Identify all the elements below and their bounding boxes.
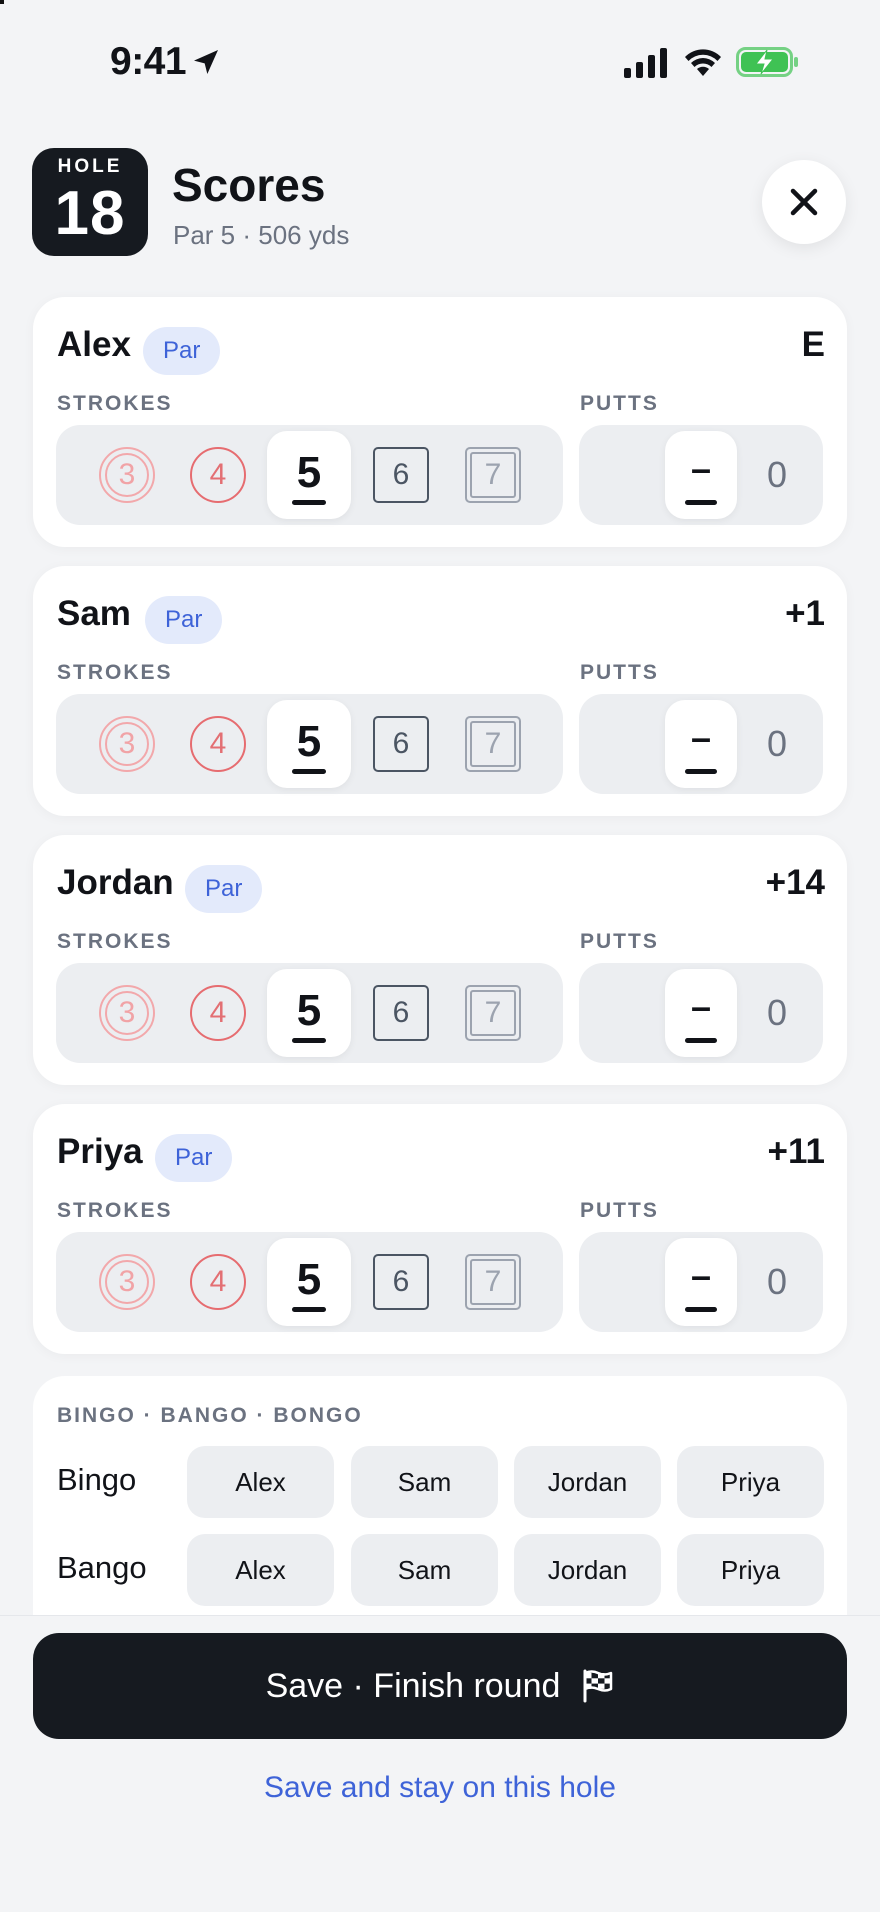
stroke-option-bogey[interactable]: 6 [373, 985, 429, 1041]
stroke-option-eagle[interactable]: 3 [99, 985, 155, 1041]
save-finish-round-button[interactable]: Save · Finish round [33, 1633, 847, 1739]
putts-label: PUTTS [580, 661, 659, 684]
player-name: Alex [57, 325, 131, 364]
putts-label: PUTTS [580, 930, 659, 953]
putts-option-selected[interactable]: – [665, 431, 737, 519]
putts-label: PUTTS [580, 392, 659, 415]
player-name: Jordan [57, 863, 174, 902]
putts-option-selected[interactable]: – [665, 700, 737, 788]
stroke-option-birdie[interactable]: 4 [190, 716, 246, 772]
wifi-icon [685, 49, 721, 76]
strokes-label: STROKES [57, 661, 173, 684]
strokes-picker[interactable]: 3 4 5 6 7 [56, 694, 563, 794]
player-card-sam: Sam Par +1 STROKES PUTTS 3 4 5 6 7 – 0 [33, 566, 847, 816]
bango-row-label: Bango [57, 1550, 147, 1585]
stroke-option-birdie[interactable]: 4 [190, 447, 246, 503]
strokes-label: STROKES [57, 1199, 173, 1222]
player-name: Sam [57, 594, 131, 633]
strokes-label: STROKES [57, 930, 173, 953]
putts-option-selected[interactable]: – [665, 1238, 737, 1326]
bango-chip-jordan[interactable]: Jordan [514, 1534, 661, 1606]
stroke-option-bogey[interactable]: 6 [373, 1254, 429, 1310]
stroke-option-eagle[interactable]: 3 [99, 716, 155, 772]
putts-option[interactable]: 0 [767, 1254, 787, 1310]
cellular-signal-icon [624, 48, 667, 78]
bango-chip-alex[interactable]: Alex [187, 1534, 334, 1606]
putts-label: PUTTS [580, 1199, 659, 1222]
player-card-jordan: Jordan Par +14 STROKES PUTTS 3 4 5 6 7 –… [33, 835, 847, 1085]
status-time: 9:41 [110, 40, 187, 83]
stroke-option-par-selected[interactable]: 5 [267, 1238, 351, 1326]
stroke-option-double-bogey[interactable]: 7 [465, 1254, 521, 1310]
strokes-picker[interactable]: 3 4 5 6 7 [56, 1232, 563, 1332]
stroke-option-eagle[interactable]: 3 [99, 1254, 155, 1310]
putts-option-selected[interactable]: – [665, 969, 737, 1057]
bingo-section-title: BINGO · BANGO · BONGO [57, 1404, 363, 1427]
par-badge: Par [145, 596, 223, 644]
finish-button-label: Save · Finish round [265, 1666, 561, 1705]
bingo-chip-alex[interactable]: Alex [187, 1446, 334, 1518]
hole-badge: HOLE 18 [32, 148, 148, 256]
bingo-chip-priya[interactable]: Priya [677, 1446, 824, 1518]
hole-number: 18 [54, 179, 126, 248]
status-bar: 9:41 [0, 0, 880, 130]
stroke-option-par-selected[interactable]: 5 [267, 700, 351, 788]
stroke-option-double-bogey[interactable]: 7 [465, 985, 521, 1041]
strokes-picker[interactable]: 3 4 5 6 7 [56, 425, 563, 525]
close-icon [790, 188, 818, 216]
stroke-option-bogey[interactable]: 6 [373, 716, 429, 772]
bingo-chip-jordan[interactable]: Jordan [514, 1446, 661, 1518]
stroke-option-birdie[interactable]: 4 [190, 985, 246, 1041]
checkered-flag-icon [583, 1669, 613, 1703]
putts-option[interactable]: 0 [767, 716, 787, 772]
save-and-stay-link[interactable]: Save and stay on this hole [0, 1771, 880, 1805]
putts-option[interactable]: 0 [767, 985, 787, 1041]
bango-chip-priya[interactable]: Priya [677, 1534, 824, 1606]
hole-label: HOLE [57, 156, 123, 177]
close-button[interactable] [762, 160, 846, 244]
player-card-alex: Alex Par E STROKES PUTTS 3 4 5 6 7 – 0 [33, 297, 847, 547]
player-card-priya: Priya Par +11 STROKES PUTTS 3 4 5 6 7 – … [33, 1104, 847, 1354]
putts-picker[interactable]: – 0 [579, 694, 823, 794]
par-badge: Par [143, 327, 221, 375]
stroke-option-double-bogey[interactable]: 7 [465, 716, 521, 772]
score-to-par: E [801, 325, 825, 364]
stroke-option-bogey[interactable]: 6 [373, 447, 429, 503]
scores-scroll-area[interactable]: Alex Par E STROKES PUTTS 3 4 5 6 7 – 0 S… [0, 290, 880, 1615]
par-badge: Par [155, 1134, 233, 1182]
bingo-row-label: Bingo [57, 1462, 137, 1497]
strokes-label: STROKES [57, 392, 173, 415]
footer-actions: Save · Finish round Save and stay on thi… [0, 1615, 880, 1912]
player-name: Priya [57, 1132, 143, 1171]
battery-charging-icon [736, 47, 798, 77]
putts-option[interactable]: 0 [767, 447, 787, 503]
score-to-par: +11 [767, 1132, 825, 1171]
stroke-option-double-bogey[interactable]: 7 [465, 447, 521, 503]
hole-details: Par 5 · 506 yds [173, 220, 350, 250]
putts-picker[interactable]: – 0 [579, 1232, 823, 1332]
stroke-option-par-selected[interactable]: 5 [267, 969, 351, 1057]
score-to-par: +14 [765, 863, 825, 902]
location-arrow-icon [194, 50, 218, 74]
strokes-picker[interactable]: 3 4 5 6 7 [56, 963, 563, 1063]
score-to-par: +1 [785, 594, 825, 633]
stroke-option-eagle[interactable]: 3 [99, 447, 155, 503]
bango-chip-sam[interactable]: Sam [351, 1534, 498, 1606]
putts-picker[interactable]: – 0 [579, 425, 823, 525]
bingo-bango-bongo-card: BINGO · BANGO · BONGO Bingo Alex Sam Jor… [33, 1376, 847, 1615]
putts-picker[interactable]: – 0 [579, 963, 823, 1063]
stroke-option-par-selected[interactable]: 5 [267, 431, 351, 519]
bingo-chip-sam[interactable]: Sam [351, 1446, 498, 1518]
par-badge: Par [185, 865, 263, 913]
stroke-option-birdie[interactable]: 4 [190, 1254, 246, 1310]
page-title: Scores [172, 159, 326, 211]
